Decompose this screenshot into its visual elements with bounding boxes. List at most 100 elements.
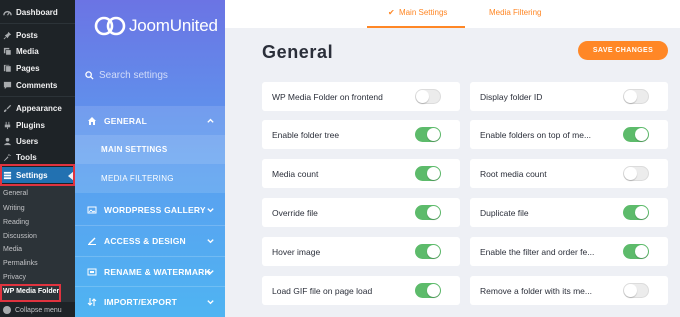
setting-label: Load GIF file on page load <box>272 286 373 296</box>
setting-card: Remove a folder with its me... <box>470 276 668 305</box>
wp-menu-dashboard[interactable]: Dashboard <box>0 4 75 20</box>
dashboard-icon <box>3 8 12 17</box>
wp-menu-users[interactable]: Users <box>0 133 75 149</box>
setting-toggle[interactable] <box>415 283 441 298</box>
setting-toggle[interactable] <box>623 244 649 259</box>
wp-menu-label: Posts <box>16 30 38 40</box>
tab-media-filtering[interactable]: Media Filtering <box>489 8 541 17</box>
setting-card: Load GIF file on page load <box>262 276 460 305</box>
pages-icon <box>3 64 12 73</box>
setting-toggle[interactable] <box>623 205 649 220</box>
nav-main-settings-label: MAIN SETTINGS <box>101 145 168 154</box>
setting-toggle[interactable] <box>623 283 649 298</box>
home-icon <box>87 116 97 126</box>
joomunited-logo-icon <box>94 16 126 36</box>
users-icon <box>3 137 12 146</box>
nav-import-export[interactable]: IMPORT/EXPORT <box>75 287 225 316</box>
collapse-icon <box>3 306 11 314</box>
wp-menu-tools[interactable]: Tools <box>0 149 75 165</box>
collapse-menu-button[interactable]: Collapse menu <box>3 306 62 314</box>
pin-icon <box>3 31 12 40</box>
submenu-privacy[interactable]: Privacy <box>3 274 26 281</box>
setting-toggle[interactable] <box>415 244 441 259</box>
check-icon: ✔ <box>388 8 395 17</box>
wrench-icon <box>3 153 12 162</box>
setting-label: Enable folder tree <box>272 130 340 140</box>
submenu-discussion[interactable]: Discussion <box>3 233 37 240</box>
setting-label: Override file <box>272 208 318 218</box>
setting-toggle[interactable] <box>415 205 441 220</box>
setting-label: Display folder ID <box>480 92 543 102</box>
wp-menu-label: Dashboard <box>16 7 58 17</box>
wp-menu-media[interactable]: Media <box>0 43 75 59</box>
nav-rename-watermark[interactable]: RENAME & WATERMARK <box>75 257 225 286</box>
active-tab-indicator <box>367 26 465 28</box>
submenu-media[interactable]: Media <box>3 246 22 253</box>
setting-label: Remove a folder with its me... <box>480 286 592 296</box>
submenu-permalinks[interactable]: Permalinks <box>3 260 38 267</box>
wp-menu-label: Users <box>16 136 39 146</box>
wp-menu-label: Tools <box>16 152 37 162</box>
wp-media-folder-highlight <box>0 284 61 302</box>
toggle-knob <box>635 128 648 141</box>
toggle-knob <box>427 206 440 219</box>
wp-menu-appearance[interactable]: Appearance <box>0 100 75 116</box>
setting-toggle[interactable] <box>623 127 649 142</box>
nav-wordpress-gallery[interactable]: WORDPRESS GALLERY <box>75 195 225 224</box>
import-export-icon <box>87 297 97 307</box>
toggle-knob <box>416 90 429 103</box>
settings-icon <box>3 171 12 180</box>
tab-main-settings-label: Main Settings <box>398 8 448 17</box>
setting-toggle[interactable] <box>415 89 441 104</box>
submenu-general[interactable]: General <box>3 190 28 197</box>
nav-media-filtering[interactable]: MEDIA FILTERING <box>75 164 225 193</box>
wp-menu-comments[interactable]: Comments <box>0 77 75 93</box>
setting-card: Override file <box>262 198 460 227</box>
wp-menu-label: Plugins <box>16 120 45 130</box>
page-title: General <box>262 42 334 62</box>
nav-media-filtering-label: MEDIA FILTERING <box>101 174 174 183</box>
collapse-label: Collapse menu <box>15 306 62 314</box>
toggle-knob <box>635 245 648 258</box>
brush-icon <box>3 104 12 113</box>
setting-card: WP Media Folder on frontend <box>262 82 460 111</box>
nav-access-design-label: ACCESS & DESIGN <box>104 235 186 246</box>
nav-general[interactable]: GENERAL <box>75 106 225 135</box>
toggle-knob <box>624 284 637 297</box>
watermark-icon <box>87 267 97 277</box>
wp-menu-pages[interactable]: Pages <box>0 60 75 76</box>
setting-toggle[interactable] <box>623 89 649 104</box>
wp-menu-label: Appearance <box>16 103 62 113</box>
setting-card: Enable the filter and order fe... <box>470 237 668 266</box>
divider <box>0 23 75 24</box>
plugin-nav-panel: JoomUnited Search settings GENERAL MAIN … <box>75 0 225 317</box>
settings-search-input[interactable]: Search settings <box>85 70 168 81</box>
nav-rename-watermark-label: RENAME & WATERMARK <box>104 266 211 277</box>
wp-menu-label: Comments <box>16 80 58 90</box>
toggle-knob <box>427 128 440 141</box>
chevron-up-icon <box>207 118 214 123</box>
setting-toggle[interactable] <box>623 166 649 181</box>
save-changes-button[interactable]: SAVE CHANGES <box>578 41 668 60</box>
setting-card: Display folder ID <box>470 82 668 111</box>
submenu-writing[interactable]: Writing <box>3 205 25 212</box>
tab-main-settings[interactable]: ✔ Main Settings <box>388 8 447 17</box>
brand-name: JoomUnited <box>129 16 218 35</box>
nav-access-design[interactable]: ACCESS & DESIGN <box>75 226 225 255</box>
setting-toggle[interactable] <box>415 166 441 181</box>
wp-menu-plugins[interactable]: Plugins <box>0 117 75 133</box>
media-icon <box>3 47 12 56</box>
toggle-knob <box>624 167 637 180</box>
submenu-reading[interactable]: Reading <box>3 219 29 226</box>
wp-menu-label: Media <box>16 46 39 56</box>
settings-main: ✔ Main Settings Media Filtering General … <box>225 0 680 317</box>
wp-menu-posts[interactable]: Posts <box>0 27 75 43</box>
setting-label: Media count <box>272 169 319 179</box>
wp-menu-settings[interactable]: Settings <box>0 167 75 183</box>
chevron-down-icon <box>207 270 214 275</box>
nav-main-settings[interactable]: MAIN SETTINGS <box>75 135 225 164</box>
setting-card: Duplicate file <box>470 198 668 227</box>
setting-toggle[interactable] <box>415 127 441 142</box>
setting-label: Duplicate file <box>480 208 529 218</box>
toggle-knob <box>427 284 440 297</box>
